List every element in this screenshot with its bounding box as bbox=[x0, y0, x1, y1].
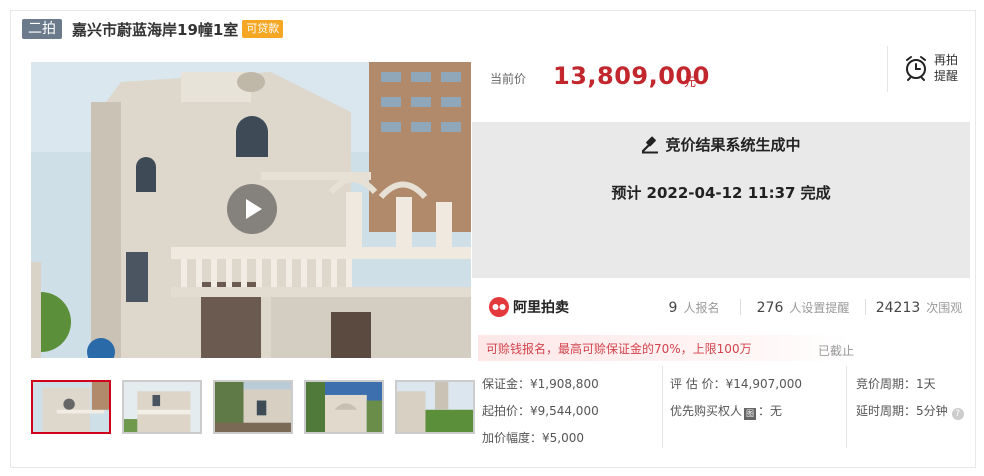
priority-buyer-label: 优先购买权人 bbox=[670, 404, 743, 418]
remind-line1: 再拍 bbox=[934, 53, 959, 67]
ali-logo-text: 阿里拍卖 bbox=[513, 300, 569, 316]
thumbnail-image bbox=[215, 382, 291, 432]
thumbnail-2[interactable] bbox=[122, 380, 202, 434]
remind-label: 再拍 提醒 bbox=[934, 52, 960, 84]
main-photo[interactable] bbox=[31, 62, 471, 358]
deposit: 保证金：¥1,908,800 bbox=[482, 377, 599, 391]
views-count: 24213 bbox=[875, 299, 921, 316]
appraisal-price: 评 估 价：¥14,907,000 bbox=[670, 377, 802, 391]
round-tag: 二拍 bbox=[22, 19, 62, 39]
reminders-label: 人设置提醒 bbox=[789, 300, 850, 315]
reminders-count: 276 bbox=[756, 299, 784, 316]
thumbnail-image bbox=[124, 382, 200, 432]
status-heading: 竞价结果系统生成中 bbox=[472, 134, 970, 155]
thumbnail-5[interactable] bbox=[395, 380, 475, 434]
relist-remind-button[interactable]: 再拍 提醒 bbox=[904, 52, 960, 84]
play-video-button[interactable] bbox=[227, 184, 277, 234]
play-icon bbox=[246, 199, 262, 219]
alarm-clock-icon bbox=[906, 56, 926, 81]
reminders-stat: 276 人设置提醒 bbox=[741, 299, 865, 316]
priority-buyer: 优先购买权人图：无 bbox=[670, 402, 782, 420]
thumbnail-3[interactable] bbox=[213, 380, 293, 434]
price-unit: 元 bbox=[684, 75, 697, 89]
current-price-label: 当前价 bbox=[490, 72, 527, 86]
bid-increment: 加价幅度：¥5,000 bbox=[482, 431, 584, 445]
bidding-cycle: 竞价周期：1天 bbox=[856, 377, 936, 391]
remind-line2: 提醒 bbox=[934, 69, 959, 83]
views-label: 次围观 bbox=[926, 300, 963, 315]
divider bbox=[887, 46, 888, 92]
start-price: 起拍价：¥9,544,000 bbox=[482, 404, 599, 418]
auction-status-panel: 竞价结果系统生成中 预计 2022-04-12 11:37 完成 bbox=[472, 122, 970, 278]
delay-cycle-text: 延时周期：5分钟 bbox=[856, 404, 948, 418]
thumbnail-image bbox=[397, 382, 473, 432]
stats-row: 阿里拍卖 9 人报名 276 人设置提醒 24213 次围观 bbox=[478, 292, 972, 322]
views-stat: 24213 次围观 bbox=[866, 299, 972, 316]
signups-count: 9 bbox=[668, 299, 678, 316]
thumbnail-strip bbox=[31, 380, 486, 434]
title-row: 二拍 嘉兴市蔚蓝海岸19幢1室 可贷款 bbox=[22, 18, 284, 40]
loan-badge: 可贷款 bbox=[242, 20, 284, 38]
signups-label: 人报名 bbox=[683, 300, 720, 315]
signups-stat: 9 人报名 bbox=[648, 299, 740, 316]
status-eta: 预计 2022-04-12 11:37 完成 bbox=[611, 184, 831, 202]
gavel-icon bbox=[642, 136, 659, 153]
ali-auction-logo: 阿里拍卖 bbox=[478, 296, 648, 318]
page-title: 嘉兴市蔚蓝海岸19幢1室 bbox=[72, 20, 239, 39]
credit-signup-notice[interactable]: 可赊钱报名，最高可赊保证金的70%，上限100万 bbox=[478, 335, 850, 361]
notice-status: 已截止 bbox=[818, 344, 855, 358]
thumbnail-image bbox=[306, 382, 382, 432]
ali-auction-logo-icon bbox=[489, 297, 509, 317]
thumbnail-4[interactable] bbox=[304, 380, 384, 434]
priority-buyer-value: ：无 bbox=[758, 404, 783, 418]
delay-cycle: 延时周期：5分钟? bbox=[856, 402, 964, 420]
info-badge-icon[interactable]: 图 bbox=[744, 408, 757, 420]
thumbnail-1[interactable] bbox=[31, 380, 111, 434]
status-text: 竞价结果系统生成中 bbox=[665, 136, 801, 154]
help-icon[interactable]: ? bbox=[951, 408, 964, 420]
divider bbox=[846, 366, 847, 448]
thumbnail-image bbox=[33, 382, 109, 432]
divider bbox=[662, 366, 663, 448]
